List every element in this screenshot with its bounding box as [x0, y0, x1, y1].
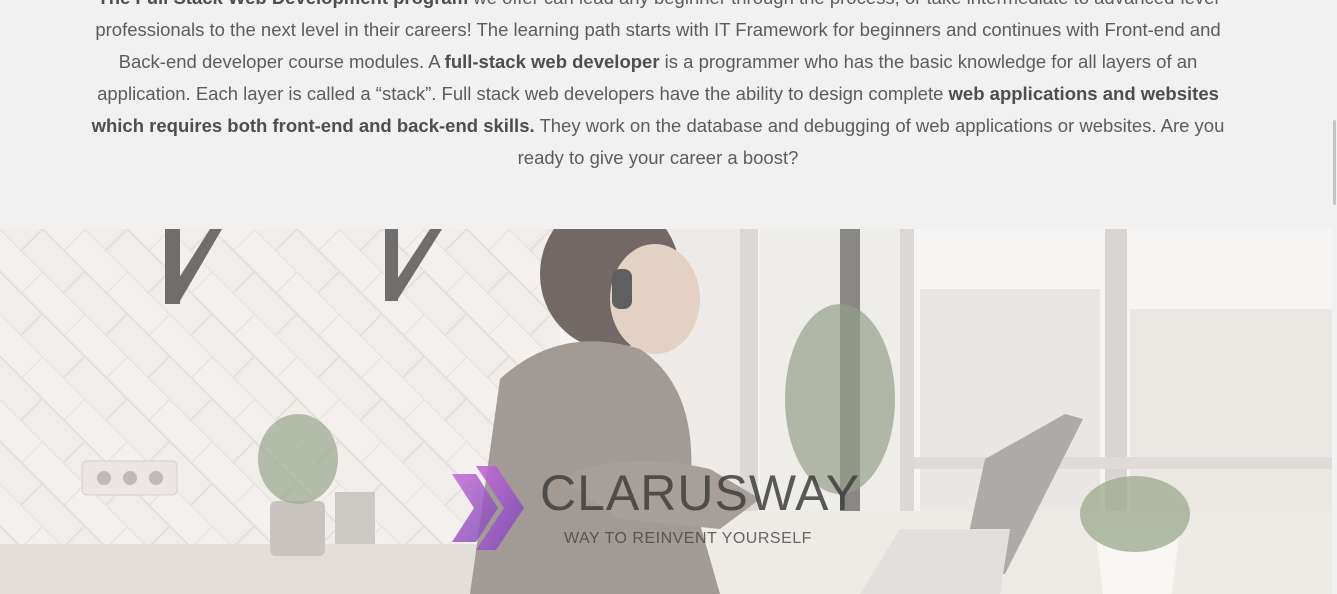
double-chevron-icon [452, 466, 524, 550]
hero-image: CLARUSWAY WAY TO REINVENT YOURSELF [0, 229, 1332, 594]
logo-wordmark: CLARUSWAY [540, 465, 861, 521]
logo-tagline: WAY TO REINVENT YOURSELF [564, 530, 812, 547]
program-name-bold: The Full Stack Web Development program [97, 0, 468, 8]
full-stack-developer-bold: full-stack web developer [444, 51, 660, 72]
scrollbar-thumb[interactable] [1333, 120, 1336, 205]
clarusway-logo: CLARUSWAY WAY TO REINVENT YOURSELF [452, 465, 872, 556]
intro-text-3: They work on the database and debugging … [517, 115, 1225, 168]
intro-paragraph: The Full Stack Web Development program w… [90, 0, 1226, 174]
